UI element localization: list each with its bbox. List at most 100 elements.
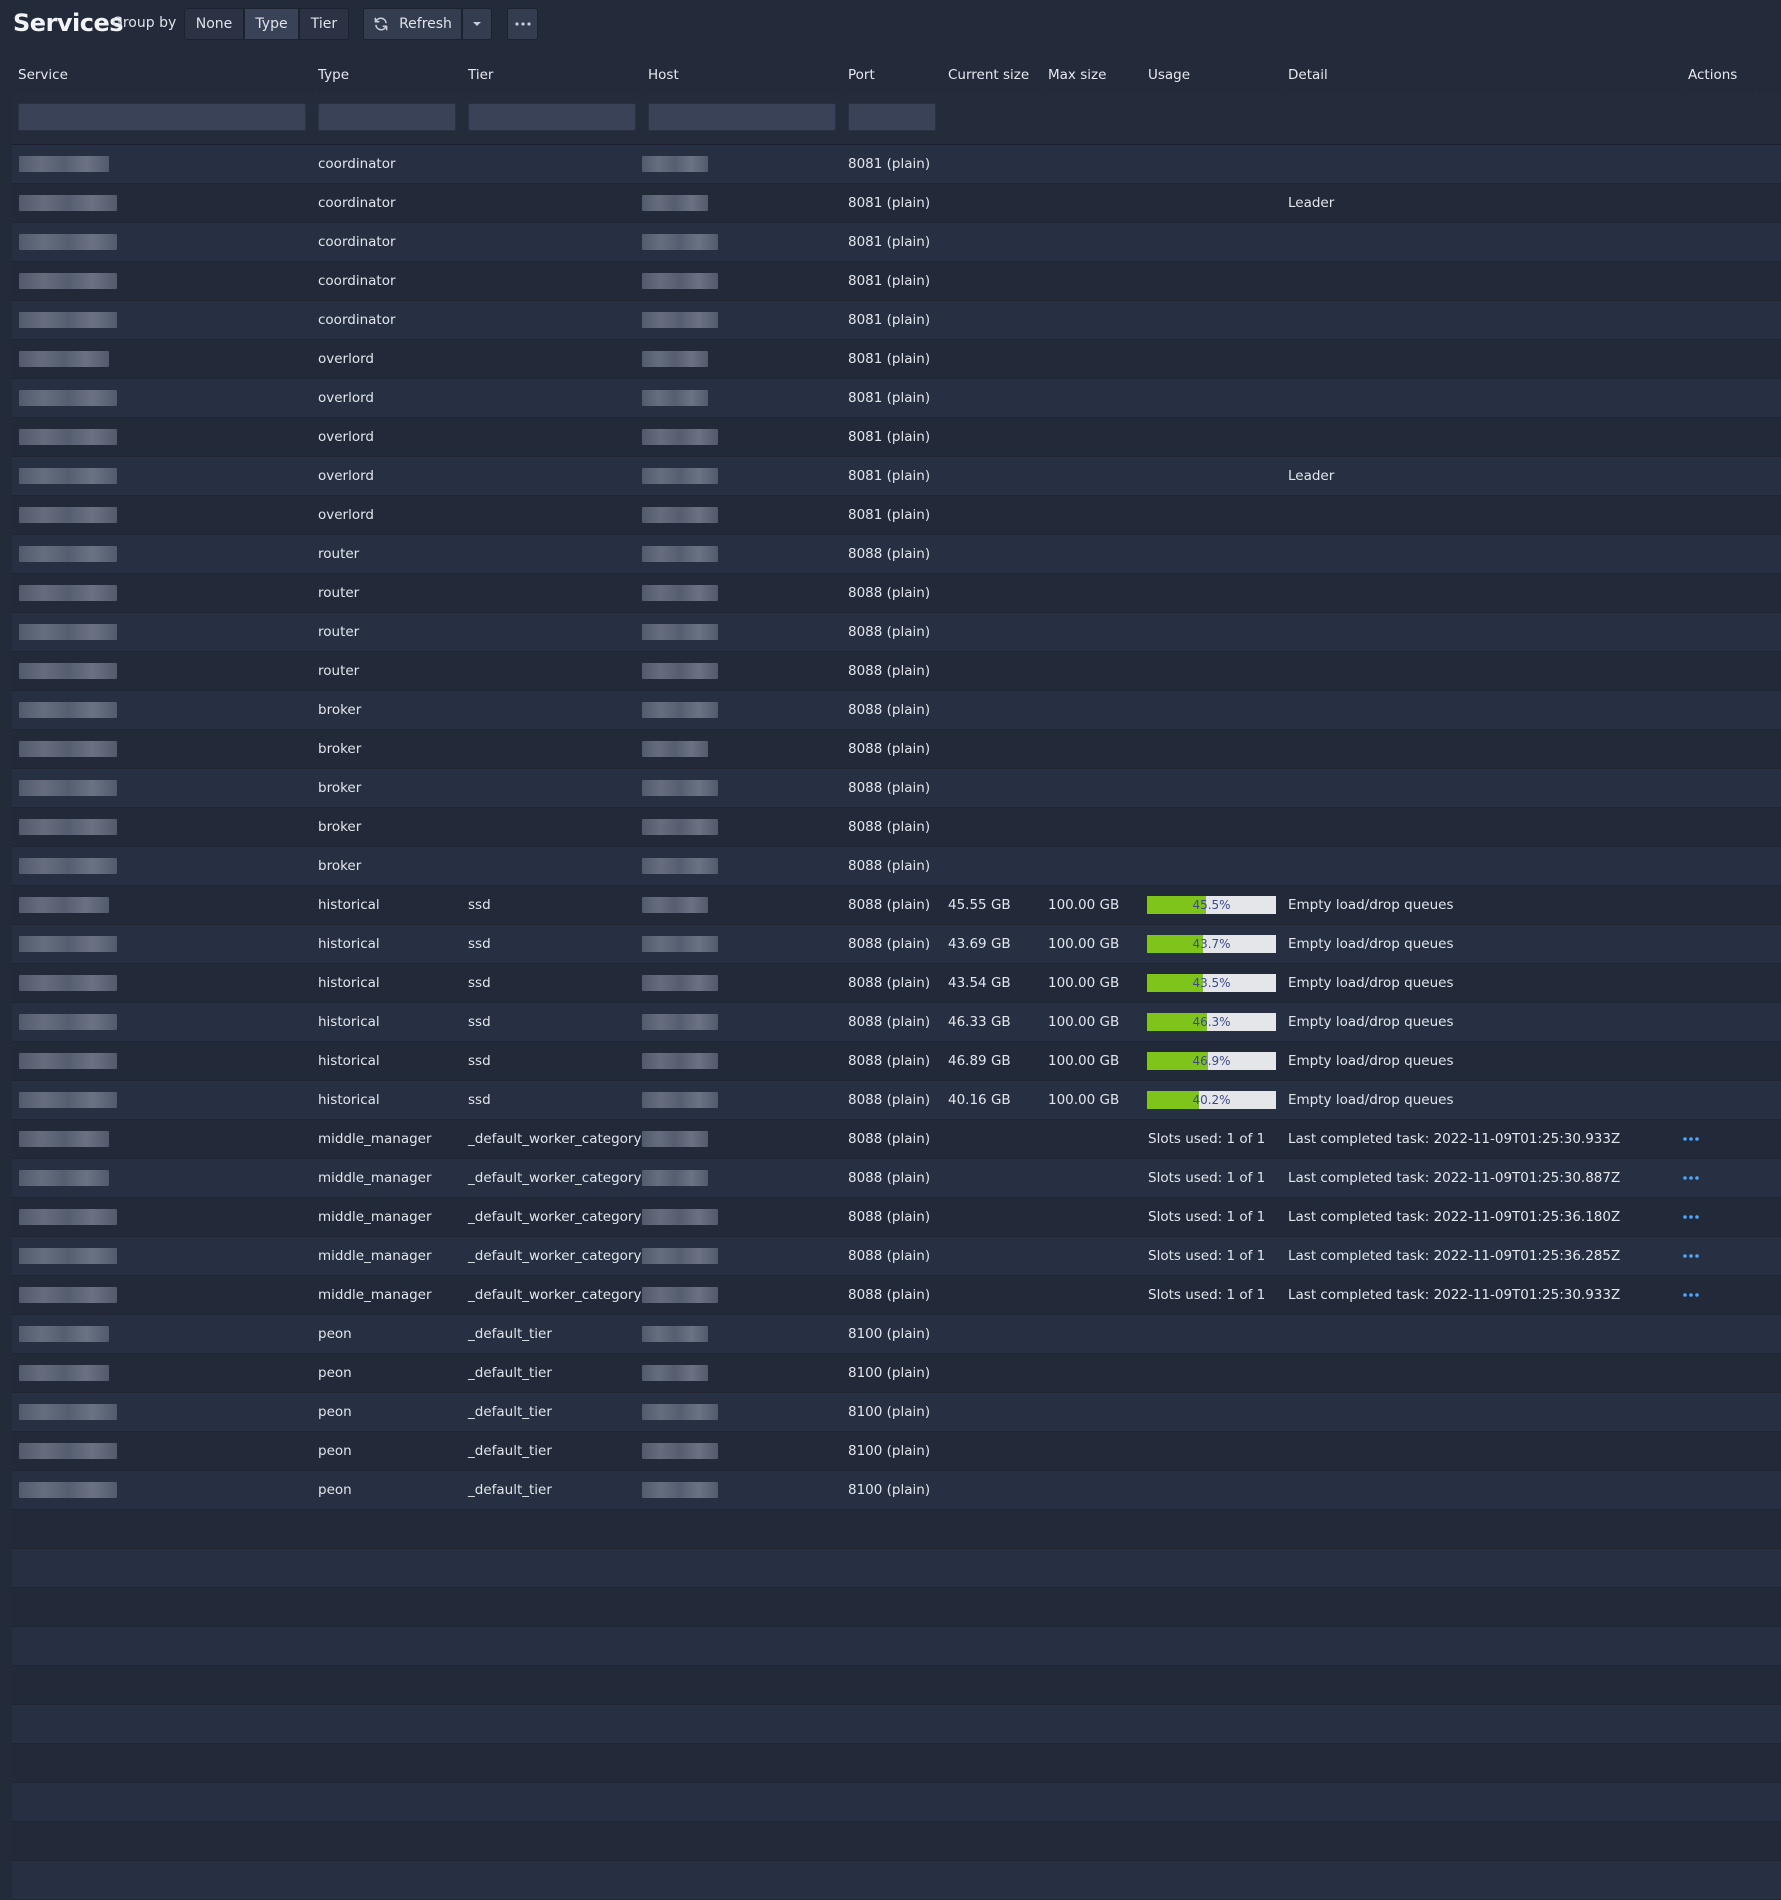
cell-type: overlord xyxy=(318,468,374,484)
more-options-button[interactable] xyxy=(507,8,538,40)
redacted-service-name xyxy=(19,546,117,562)
column-header-service[interactable]: Service xyxy=(18,67,68,83)
cell-type: peon xyxy=(318,1443,352,1459)
table-row[interactable]: middle_manager _default_worker_category 80… xyxy=(12,1276,1781,1315)
cell-port: 8100 (plain) xyxy=(848,1443,931,1459)
column-header-type[interactable]: Type xyxy=(318,67,349,83)
table-row[interactable]: broker 8088 (plain) xyxy=(12,769,1781,808)
group-by-label: Group by xyxy=(112,15,177,31)
redacted-host-name xyxy=(642,624,718,640)
refresh-button[interactable]: Refresh xyxy=(363,8,462,40)
table-row[interactable]: historical ssd 8088 (plain) 40.16 GB 100.00 … xyxy=(12,1081,1781,1120)
redacted-host-name xyxy=(642,1053,718,1069)
redacted-host-name xyxy=(642,195,708,211)
redacted-host-name xyxy=(642,741,708,757)
row-actions-icon[interactable] xyxy=(1682,1207,1706,1227)
table-row[interactable]: peon _default_tier 8100 (plain) xyxy=(12,1315,1781,1354)
table-row[interactable]: historical ssd 8088 (plain) 46.33 GB 100.00 … xyxy=(12,1003,1781,1042)
table-row[interactable]: router 8088 (plain) xyxy=(12,652,1781,691)
table-row[interactable]: router 8088 (plain) xyxy=(12,574,1781,613)
services-table: Service Type Tier Host Port Current size… xyxy=(12,53,1781,1900)
host-filter-input[interactable] xyxy=(648,103,836,131)
column-header-detail[interactable]: Detail xyxy=(1288,67,1328,83)
table-row[interactable]: middle_manager _default_worker_category 80… xyxy=(12,1120,1781,1159)
port-filter-input[interactable] xyxy=(848,103,936,131)
table-row[interactable]: router 8088 (plain) xyxy=(12,535,1781,574)
cell-tier: _default_worker_category xyxy=(468,1287,642,1303)
table-row[interactable]: historical ssd 8088 (plain) 45.55 GB 100.00 … xyxy=(12,886,1781,925)
redacted-host-name xyxy=(642,975,718,991)
table-row[interactable]: middle_manager _default_worker_category 80… xyxy=(12,1198,1781,1237)
cell-tier: ssd xyxy=(468,1092,491,1108)
empty-row xyxy=(12,1822,1781,1861)
cell-type: overlord xyxy=(318,507,374,523)
table-row[interactable]: coordinator 8081 (plain) xyxy=(12,262,1781,301)
table-row[interactable]: peon _default_tier 8100 (plain) xyxy=(12,1471,1781,1510)
table-row[interactable]: router 8088 (plain) xyxy=(12,613,1781,652)
cell-port: 8088 (plain) xyxy=(848,897,931,913)
table-row[interactable]: historical ssd 8088 (plain) 46.89 GB 100.00 … xyxy=(12,1042,1781,1081)
cell-port: 8081 (plain) xyxy=(848,351,931,367)
table-row[interactable]: middle_manager _default_worker_category 80… xyxy=(12,1237,1781,1276)
group-by-type-button[interactable]: Type xyxy=(244,8,299,40)
table-row[interactable]: coordinator 8081 (plain) xyxy=(12,145,1781,184)
row-actions-icon[interactable] xyxy=(1682,1246,1706,1266)
group-by-tier-button[interactable]: Tier xyxy=(299,8,349,40)
table-row[interactable]: overlord 8081 (plain) xyxy=(12,340,1781,379)
table-row[interactable]: overlord 8081 (plain) Leader xyxy=(12,457,1781,496)
cell-port: 8100 (plain) xyxy=(848,1326,931,1342)
redacted-service-name xyxy=(19,390,117,406)
table-row[interactable]: peon _default_tier 8100 (plain) xyxy=(12,1393,1781,1432)
redacted-service-name xyxy=(19,273,117,289)
usage-bar: 46.9% xyxy=(1147,1052,1276,1070)
redacted-host-name xyxy=(642,546,718,562)
table-row[interactable]: middle_manager _default_worker_category 80… xyxy=(12,1159,1781,1198)
row-actions-icon[interactable] xyxy=(1682,1285,1706,1305)
row-actions-icon[interactable] xyxy=(1682,1168,1706,1188)
redacted-service-name xyxy=(19,780,117,796)
more-horizontal-icon xyxy=(514,22,531,26)
table-row[interactable]: historical ssd 8088 (plain) 43.54 GB 100.00 … xyxy=(12,964,1781,1003)
table-row[interactable]: broker 8088 (plain) xyxy=(12,808,1781,847)
table-row[interactable]: historical ssd 8088 (plain) 43.69 GB 100.00 … xyxy=(12,925,1781,964)
redacted-host-name xyxy=(642,897,708,913)
redacted-service-name xyxy=(19,702,117,718)
table-row[interactable]: coordinator 8081 (plain) xyxy=(12,223,1781,262)
cell-port: 8088 (plain) xyxy=(848,936,931,952)
type-filter-input[interactable] xyxy=(318,103,456,131)
column-header-host[interactable]: Host xyxy=(648,67,679,83)
table-row[interactable]: broker 8088 (plain) xyxy=(12,730,1781,769)
empty-row xyxy=(12,1627,1781,1666)
row-actions-icon[interactable] xyxy=(1682,1129,1706,1149)
cell-port: 8088 (plain) xyxy=(848,858,931,874)
cell-type: peon xyxy=(318,1326,352,1342)
table-row[interactable]: peon _default_tier 8100 (plain) xyxy=(12,1354,1781,1393)
column-header-current-size[interactable]: Current size xyxy=(948,67,1029,83)
redacted-host-name xyxy=(642,585,718,601)
table-row[interactable]: coordinator 8081 (plain) Leader xyxy=(12,184,1781,223)
column-header-usage[interactable]: Usage xyxy=(1148,67,1190,83)
table-row[interactable]: broker 8088 (plain) xyxy=(12,847,1781,886)
column-header-max-size[interactable]: Max size xyxy=(1048,67,1106,83)
refresh-icon xyxy=(374,17,388,31)
cell-type: overlord xyxy=(318,351,374,367)
tier-filter-input[interactable] xyxy=(468,103,636,131)
column-header-port[interactable]: Port xyxy=(848,67,875,83)
cell-port: 8081 (plain) xyxy=(848,234,931,250)
redacted-host-name xyxy=(642,351,708,367)
cell-type: router xyxy=(318,663,360,679)
usage-bar: 43.5% xyxy=(1147,974,1276,992)
refresh-options-button[interactable] xyxy=(462,8,492,40)
table-row[interactable]: overlord 8081 (plain) xyxy=(12,496,1781,535)
table-row[interactable]: broker 8088 (plain) xyxy=(12,691,1781,730)
table-row[interactable]: overlord 8081 (plain) xyxy=(12,379,1781,418)
column-header-tier[interactable]: Tier xyxy=(468,67,493,83)
table-row[interactable]: overlord 8081 (plain) xyxy=(12,418,1781,457)
cell-tier: ssd xyxy=(468,897,491,913)
cell-type: peon xyxy=(318,1404,352,1420)
service-filter-input[interactable] xyxy=(18,103,306,131)
cell-port: 8088 (plain) xyxy=(848,663,931,679)
table-row[interactable]: coordinator 8081 (plain) xyxy=(12,301,1781,340)
group-by-none-button[interactable]: None xyxy=(184,8,244,40)
table-row[interactable]: peon _default_tier 8100 (plain) xyxy=(12,1432,1781,1471)
